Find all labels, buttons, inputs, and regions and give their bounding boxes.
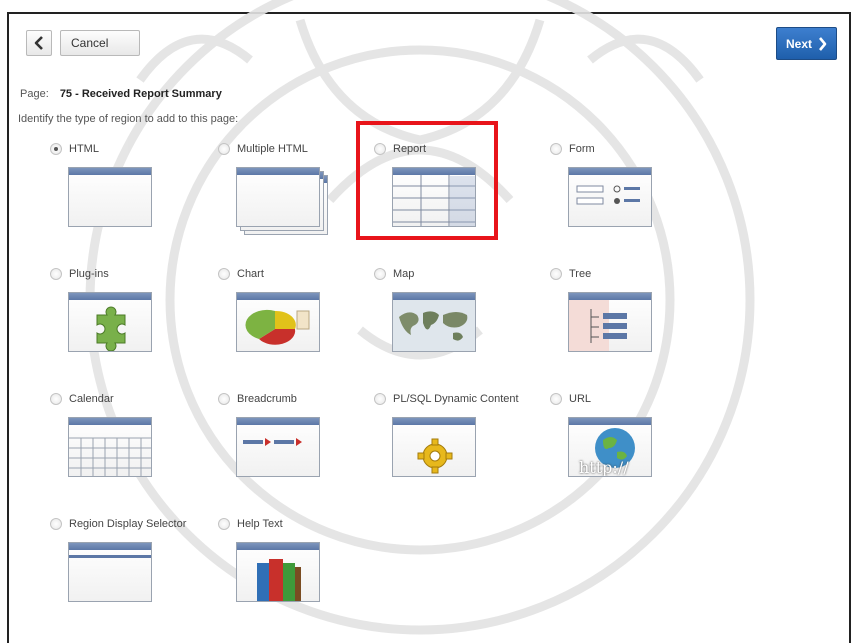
back-button[interactable] <box>26 30 52 56</box>
region-option-html[interactable]: HTML <box>50 141 220 261</box>
chevron-right-icon <box>819 36 827 51</box>
report-selection-highlight <box>356 121 498 240</box>
cancel-button[interactable]: Cancel <box>60 30 140 56</box>
region-option-url[interactable]: URL http:// <box>550 391 720 511</box>
option-label: Multiple HTML <box>237 143 308 155</box>
page-label-value: 75 - Received Report Summary <box>59 88 222 100</box>
books-icon <box>257 559 301 601</box>
radio-tree[interactable] <box>550 268 562 280</box>
next-button[interactable]: Next <box>776 27 837 60</box>
radio-chart[interactable] <box>218 268 230 280</box>
gear-icon <box>417 438 453 474</box>
tree-thumbnail <box>568 292 652 352</box>
option-label: HTML <box>69 143 99 155</box>
region-option-help-text[interactable]: Help Text <box>218 516 388 636</box>
option-label: Map <box>393 268 415 280</box>
map-thumbnail <box>392 292 476 352</box>
region-option-breadcrumb[interactable]: Breadcrumb <box>218 391 388 511</box>
html-region-thumbnail <box>68 167 152 227</box>
radio-breadcrumb[interactable] <box>218 393 230 405</box>
chevron-left-icon <box>34 36 43 50</box>
page-indicator: Page: 75 - Received Report Summary <box>20 88 222 100</box>
option-label: Tree <box>569 268 592 280</box>
chart-thumbnail <box>236 292 320 352</box>
breadcrumb-thumbnail <box>236 417 320 477</box>
help-text-thumbnail <box>236 542 320 602</box>
option-label: Breadcrumb <box>237 393 297 405</box>
option-label: Form <box>569 143 595 155</box>
url-thumbnail-text: http:// <box>579 458 629 477</box>
radio-url[interactable] <box>550 393 562 405</box>
option-label: PL/SQL Dynamic Content <box>393 393 519 405</box>
radio-form[interactable] <box>550 143 562 155</box>
page-label-key: Page: <box>20 88 49 100</box>
region-option-plsql-dynamic-content[interactable]: PL/SQL Dynamic Content <box>374 391 544 511</box>
pie-chart-icon <box>245 309 310 345</box>
region-option-map[interactable]: Map <box>374 266 544 386</box>
radio-multiple-html[interactable] <box>218 143 230 155</box>
option-label: Calendar <box>69 393 114 405</box>
tree-list-icon <box>569 300 627 351</box>
region-display-selector-thumbnail <box>68 542 152 602</box>
form-thumbnail <box>568 167 652 227</box>
radio-html[interactable] <box>50 143 62 155</box>
next-button-label: Next <box>785 36 812 51</box>
region-option-tree[interactable]: Tree <box>550 266 720 386</box>
url-thumbnail: http:// <box>568 417 652 477</box>
plsql-thumbnail <box>392 417 476 477</box>
instructions-text: Identify the type of region to add to th… <box>18 113 239 125</box>
world-map-icon <box>393 300 475 351</box>
calendar-thumbnail <box>68 417 152 477</box>
radio-region-display-selector[interactable] <box>50 518 62 530</box>
calendar-grid-icon <box>69 437 151 476</box>
option-label: Help Text <box>237 518 283 530</box>
radio-calendar[interactable] <box>50 393 62 405</box>
region-option-plug-ins[interactable]: Plug-ins <box>50 266 220 386</box>
region-option-form[interactable]: Form <box>550 141 720 261</box>
option-label: Region Display Selector <box>69 518 187 530</box>
multiple-html-thumbnail <box>236 167 320 227</box>
radio-help-text[interactable] <box>218 518 230 530</box>
option-label: URL <box>569 393 592 405</box>
option-label: Plug-ins <box>69 268 109 280</box>
toolbar: Cancel Next <box>20 25 845 61</box>
option-label: Chart <box>237 268 264 280</box>
region-option-chart[interactable]: Chart <box>218 266 388 386</box>
radio-map[interactable] <box>374 268 386 280</box>
region-option-region-display-selector[interactable]: Region Display Selector <box>50 516 220 636</box>
radio-plsql-dynamic-content[interactable] <box>374 393 386 405</box>
breadcrumb-arrows-icon <box>243 438 302 446</box>
radio-plug-ins[interactable] <box>50 268 62 280</box>
region-option-calendar[interactable]: Calendar <box>50 391 220 511</box>
plug-ins-thumbnail <box>68 292 152 352</box>
form-fields-icon <box>576 185 640 205</box>
puzzle-piece-icon <box>96 306 126 351</box>
